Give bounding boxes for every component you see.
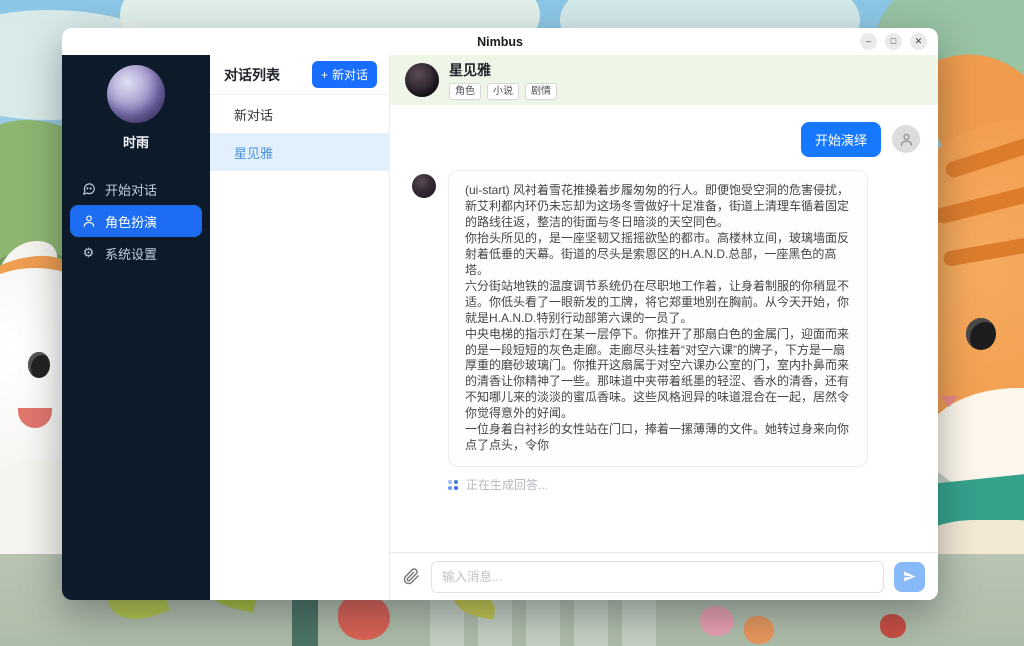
character-header: 星见雅 角色 小说 剧情 xyxy=(390,55,938,105)
new-conversation-button[interactable]: + 新对话 xyxy=(312,61,377,88)
sidebar-item-label: 系统设置 xyxy=(105,244,157,263)
send-button[interactable] xyxy=(894,562,925,592)
conversation-list-panel: 对话列表 + 新对话 新对话 星见雅 xyxy=(210,55,390,600)
character-tags: 角色 小说 剧情 xyxy=(449,83,557,100)
chat-body: 开始演绎 (ui-start) 风衬着雪花推搡着步履匆匆的行人。即便饱受空洞的危… xyxy=(390,105,938,552)
left-cat-eye xyxy=(28,352,50,378)
sidebar: 时雨 开始对话 角色扮演 ⚙ 系统设置 xyxy=(62,55,210,600)
window-title: Nimbus xyxy=(477,35,523,49)
right-cat-nose xyxy=(940,396,958,407)
sidebar-item-settings[interactable]: ⚙ 系统设置 xyxy=(70,237,202,269)
new-conversation-label: 新对话 xyxy=(332,66,368,83)
plus-icon: + xyxy=(321,68,328,82)
message-input-bar xyxy=(390,552,938,600)
person-icon xyxy=(81,214,96,229)
loading-spinner-icon xyxy=(448,480,458,490)
maximize-button[interactable]: □ xyxy=(885,33,902,50)
message-bubble: (ui-start) 风衬着雪花推搡着步履匆匆的行人。即便饱受空洞的危害侵扰，新… xyxy=(448,170,868,467)
generation-status-text: 正在生成回答... xyxy=(466,476,548,493)
close-button[interactable]: ✕ xyxy=(910,33,927,50)
tag-role: 角色 xyxy=(449,83,481,100)
chat-panel: 星见雅 角色 小说 剧情 开始演绎 (ui-st xyxy=(390,55,938,600)
message-input[interactable] xyxy=(431,561,884,593)
message-row: (ui-start) 风衬着雪花推搡着步履匆匆的行人。即便饱受空洞的危害侵扰，新… xyxy=(412,170,920,467)
app-window: Nimbus – □ ✕ 时雨 开始对话 xyxy=(62,28,938,600)
character-avatar[interactable] xyxy=(405,63,439,97)
right-cat-eye xyxy=(966,318,996,350)
pink-flower xyxy=(700,606,734,636)
sidebar-nav: 开始对话 角色扮演 ⚙ 系统设置 xyxy=(62,173,210,269)
tag-plot: 剧情 xyxy=(525,83,557,100)
tag-novel: 小说 xyxy=(487,83,519,100)
user-avatar[interactable] xyxy=(107,65,165,123)
sidebar-item-roleplay[interactable]: 角色扮演 xyxy=(70,205,202,237)
sidebar-item-label: 开始对话 xyxy=(105,180,157,199)
sidebar-item-start-chat[interactable]: 开始对话 xyxy=(70,173,202,205)
start-performance-button[interactable]: 开始演绎 xyxy=(801,122,881,157)
persona-toggle-button[interactable] xyxy=(892,125,920,153)
sidebar-item-label: 角色扮演 xyxy=(105,212,157,231)
character-meta: 星见雅 角色 小说 剧情 xyxy=(449,60,557,100)
message-avatar[interactable] xyxy=(412,174,436,198)
title-bar[interactable]: Nimbus – □ ✕ xyxy=(62,28,938,55)
chat-actions: 开始演绎 xyxy=(412,122,920,156)
conversation-item-selected[interactable]: 星见雅 xyxy=(210,133,389,171)
generation-status: 正在生成回答... xyxy=(448,476,920,493)
chat-bubble-icon xyxy=(81,182,96,197)
person-icon xyxy=(899,132,914,147)
red-flower xyxy=(338,594,390,640)
conversation-list-header: 对话列表 + 新对话 xyxy=(210,55,389,95)
window-controls: – □ ✕ xyxy=(860,33,927,50)
minimize-button[interactable]: – xyxy=(860,33,877,50)
conversation-list-title: 对话列表 xyxy=(224,65,280,85)
red-flower xyxy=(880,614,906,638)
paper-plane-icon xyxy=(903,570,916,583)
character-name: 星见雅 xyxy=(449,60,557,80)
conversation-item-new[interactable]: 新对话 xyxy=(210,95,389,133)
orange-flower xyxy=(744,616,774,644)
attachment-paperclip-icon[interactable] xyxy=(403,568,421,586)
gear-icon: ⚙ xyxy=(81,246,96,261)
username: 时雨 xyxy=(123,132,149,151)
